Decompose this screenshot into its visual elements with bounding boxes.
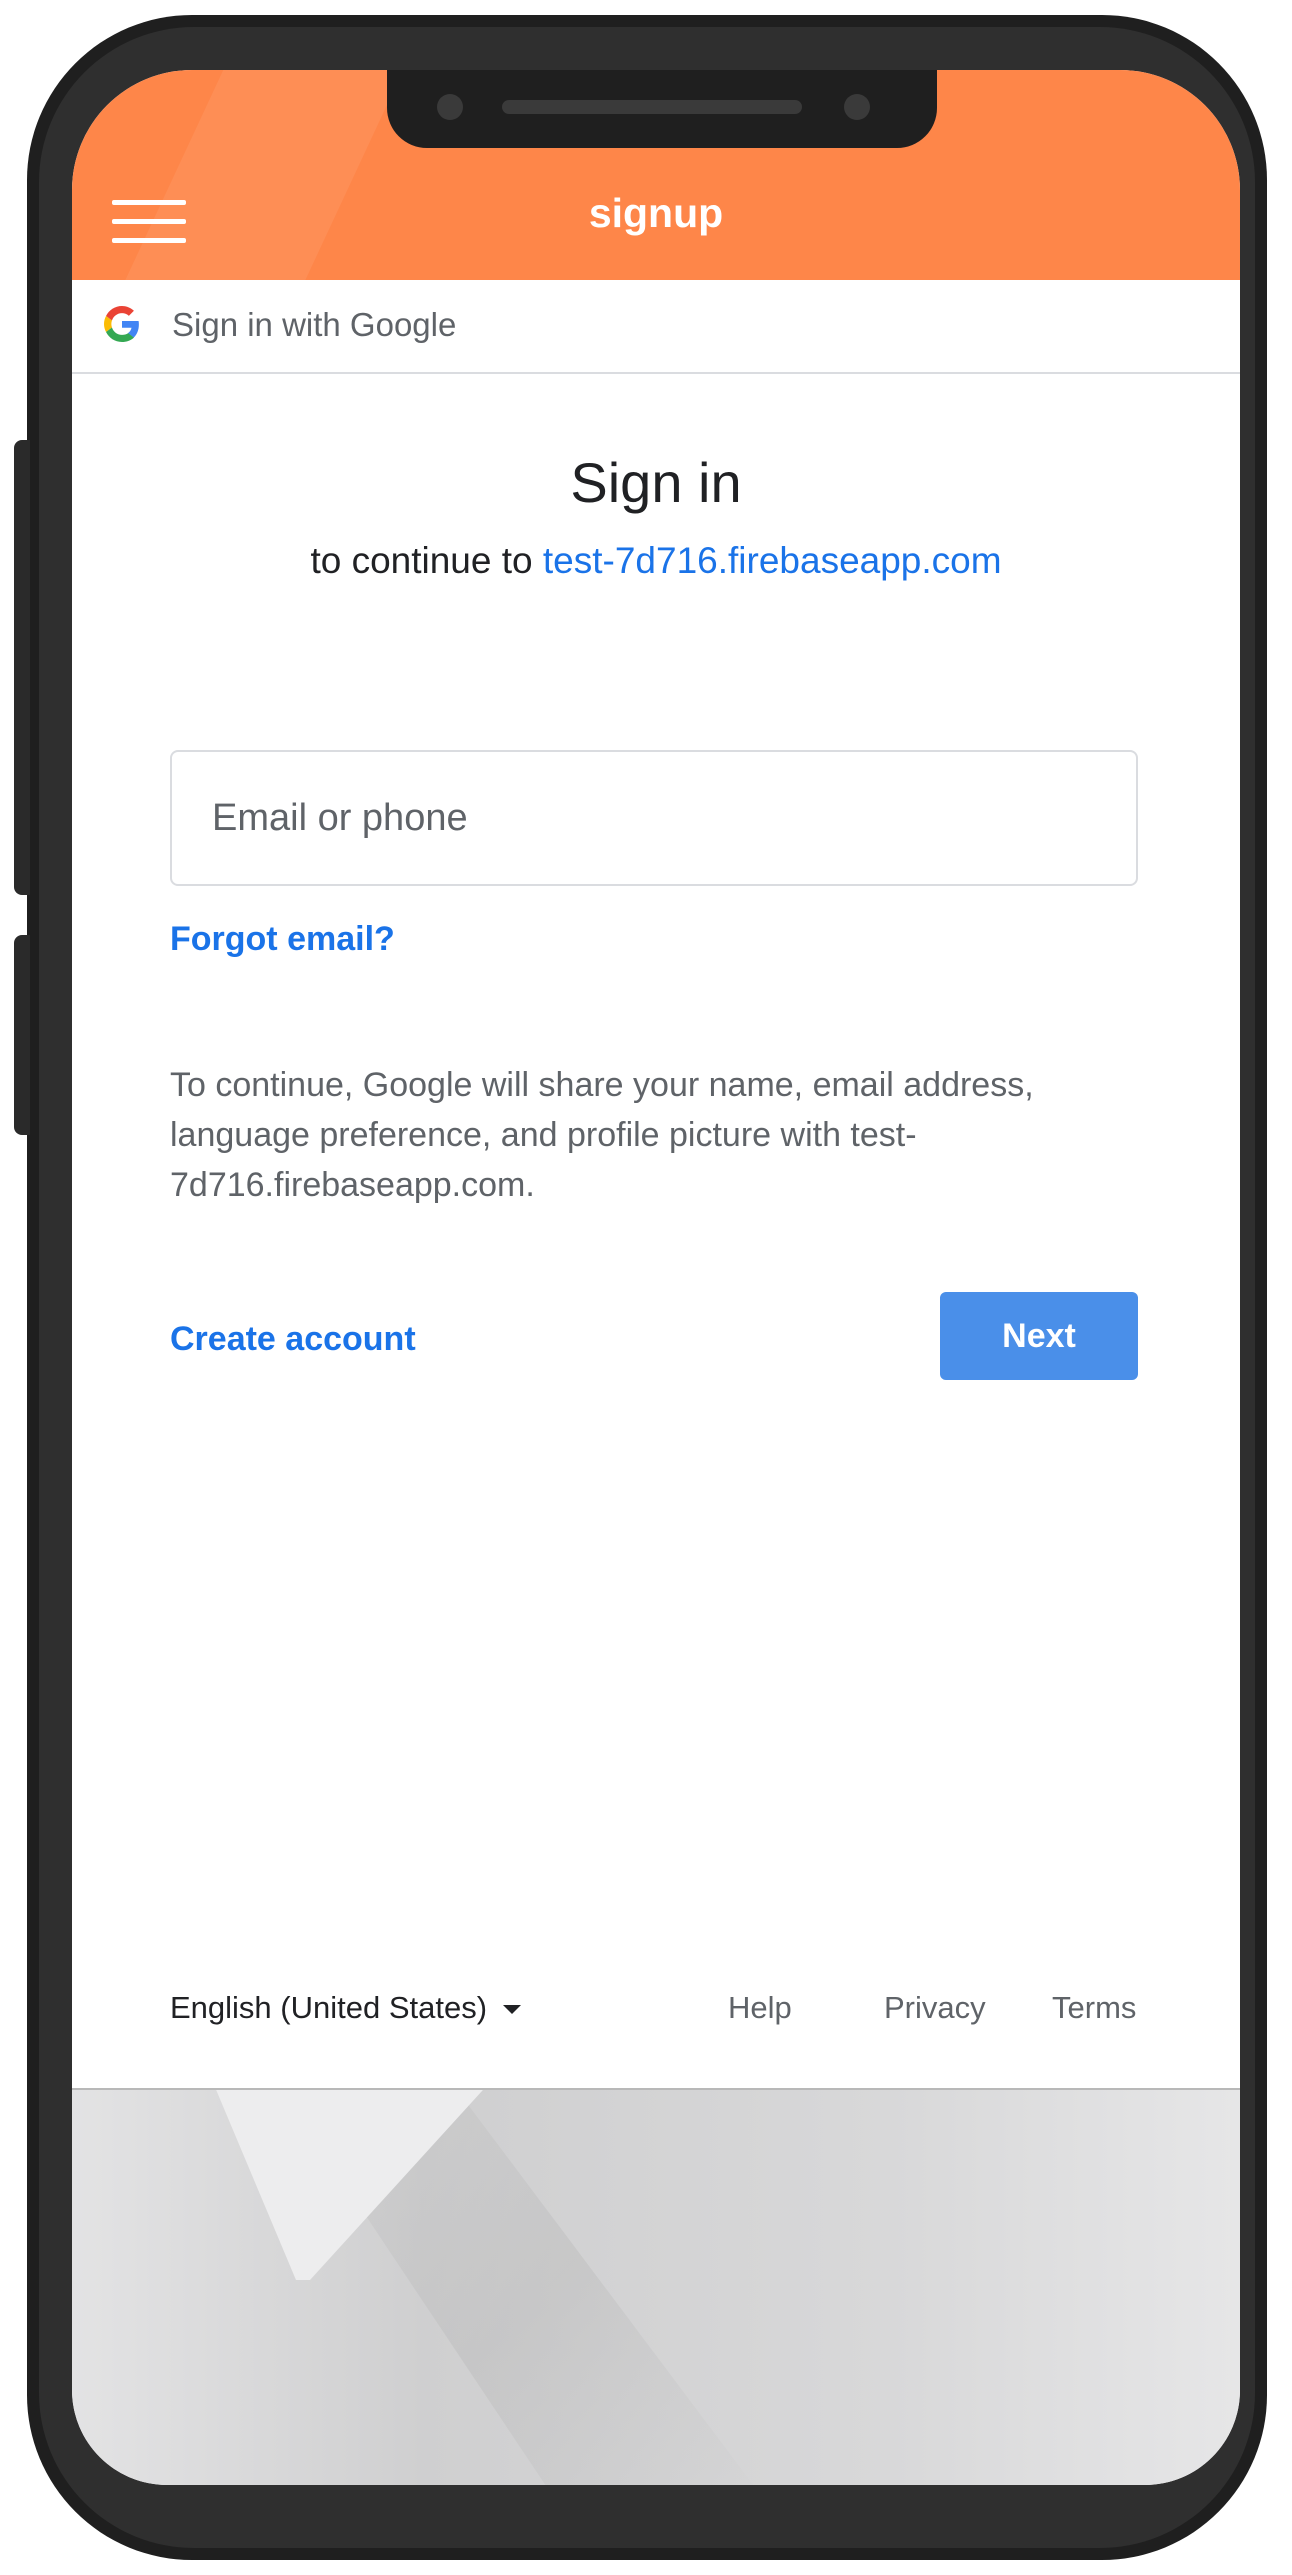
app-domain-link[interactable]: test-7d716.firebaseapp.com — [543, 540, 1002, 581]
phone-notch — [387, 70, 937, 148]
sensor-icon — [844, 94, 870, 120]
header-title: signup — [588, 190, 724, 236]
help-link[interactable]: Help — [728, 1990, 792, 2026]
forgot-email-link[interactable]: Forgot email? — [170, 920, 395, 959]
continue-prefix: to continue to — [310, 540, 533, 581]
create-account-link[interactable]: Create account — [170, 1320, 416, 1359]
google-bar-label: Sign in with Google — [172, 306, 457, 343]
next-button[interactable]: Next — [940, 1292, 1138, 1380]
language-label: English (United States) — [170, 1990, 488, 2025]
header-decoration — [102, 70, 422, 280]
continue-line: to continue to test-7d716.firebaseapp.co… — [72, 540, 1240, 582]
power-button — [14, 935, 30, 1135]
google-g-icon — [104, 306, 139, 342]
share-notice-text: To continue, Google will share your name… — [170, 1066, 1034, 1204]
dropdown-caret-icon — [503, 2005, 522, 2015]
phone-screen: signup Sign in with Google Sign in to co… — [72, 70, 1240, 2485]
signin-title: Sign in — [570, 451, 742, 514]
google-signin-bar: Sign in with Google — [72, 280, 1240, 374]
volume-button — [14, 440, 30, 895]
language-selector[interactable]: English (United States) — [170, 1990, 522, 2026]
privacy-link[interactable]: Privacy — [884, 1990, 986, 2026]
email-or-phone-input[interactable] — [170, 750, 1138, 886]
speaker-grille — [502, 100, 802, 114]
camera-icon — [437, 94, 463, 120]
terms-link[interactable]: Terms — [1052, 1990, 1136, 2026]
decorative-background — [72, 2088, 1240, 2485]
